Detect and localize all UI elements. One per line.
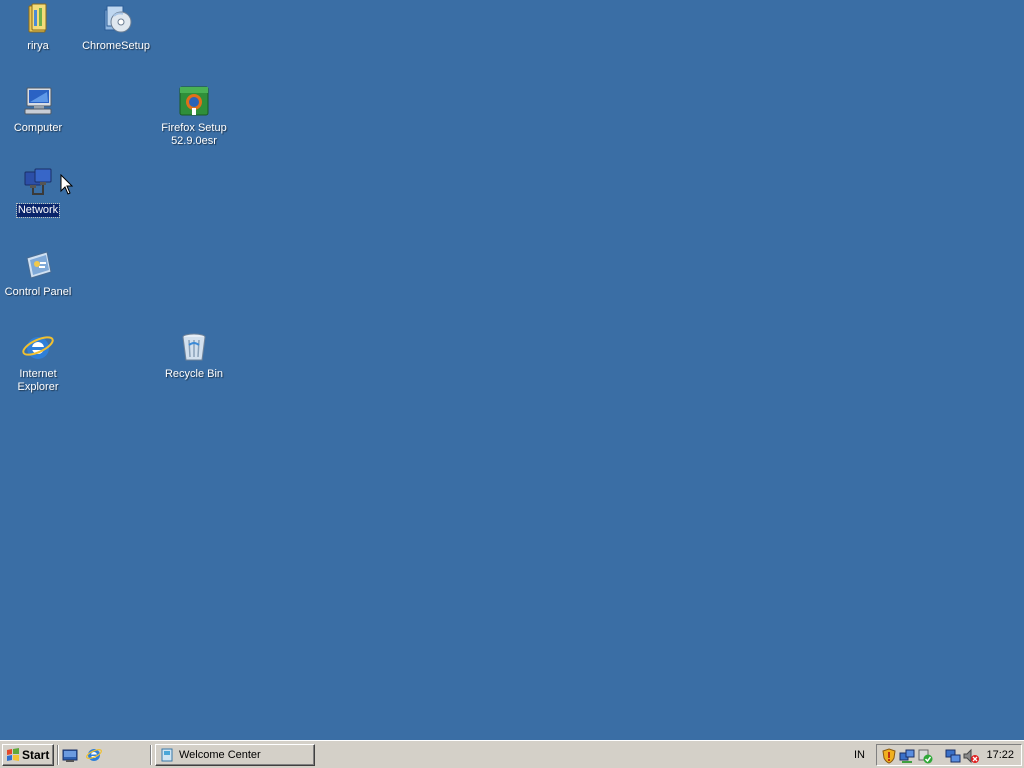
- recycle-bin-icon: [182, 333, 206, 361]
- volume-muted-icon[interactable]: [963, 748, 979, 764]
- desktop-icon-rirya[interactable]: rirya: [0, 2, 76, 53]
- desktop-icon-firefox-setup[interactable]: Firefox Setup 52.9.0esr: [156, 84, 232, 148]
- show-desktop-icon[interactable]: [62, 747, 78, 763]
- desktop-icon-label: Firefox Setup 52.9.0esr: [161, 122, 227, 147]
- taskbar-separator: [150, 745, 152, 765]
- desktop-icon-label: rirya: [27, 40, 49, 52]
- desktop-icon-computer[interactable]: Computer: [0, 84, 76, 135]
- network-status-icon[interactable]: [899, 748, 915, 764]
- desktop-icon-label: ChromeSetup: [82, 40, 150, 52]
- clock[interactable]: 17:22: [986, 749, 1014, 761]
- desktop-icon-control-panel[interactable]: Control Panel: [0, 248, 76, 299]
- computer-icon: [24, 87, 52, 115]
- task-label: Welcome Center: [179, 749, 261, 761]
- mouse-cursor-icon: [60, 174, 74, 195]
- desktop-icon-internet-explorer[interactable]: Internet Explorer: [0, 330, 76, 394]
- taskbar-button-welcome-center[interactable]: Welcome Center: [155, 744, 315, 766]
- firefox-installer-icon: [179, 86, 209, 116]
- network-icon: [24, 168, 52, 195]
- security-shield-icon[interactable]: [881, 748, 897, 764]
- quick-launch-separator: [57, 745, 59, 765]
- desktop-icon-label: Computer: [13, 122, 63, 134]
- system-tray: 17:22: [876, 744, 1022, 766]
- taskbar: Start Welcome Center IN 17:22: [0, 740, 1024, 768]
- installer-cd-icon: [104, 5, 132, 33]
- network-connection-icon[interactable]: [945, 748, 961, 764]
- desktop-icon-label: Control Panel: [4, 286, 72, 298]
- start-label: Start: [22, 748, 50, 762]
- desktop-icon-label: Network: [15, 203, 61, 218]
- desktop-icon-label: Internet Explorer: [17, 368, 59, 393]
- control-panel-icon: [26, 251, 52, 279]
- start-button[interactable]: Start: [2, 744, 54, 766]
- desktop-icon-recycle-bin[interactable]: Recycle Bin: [156, 330, 232, 381]
- windows-logo-icon: [7, 748, 19, 761]
- desktop[interactable]: rirya ChromeSetup Computer Firefox Setup…: [0, 0, 1024, 740]
- language-indicator[interactable]: IN: [854, 749, 865, 761]
- internet-explorer-icon: [22, 336, 54, 359]
- desktop-icon-chromesetup[interactable]: ChromeSetup: [78, 2, 154, 53]
- internet-explorer-quicklaunch-icon[interactable]: [86, 747, 102, 763]
- desktop-icon-label: Recycle Bin: [164, 368, 224, 380]
- welcome-center-icon: [161, 748, 173, 762]
- user-folder-icon: [28, 3, 47, 33]
- security-check-icon[interactable]: [917, 748, 933, 764]
